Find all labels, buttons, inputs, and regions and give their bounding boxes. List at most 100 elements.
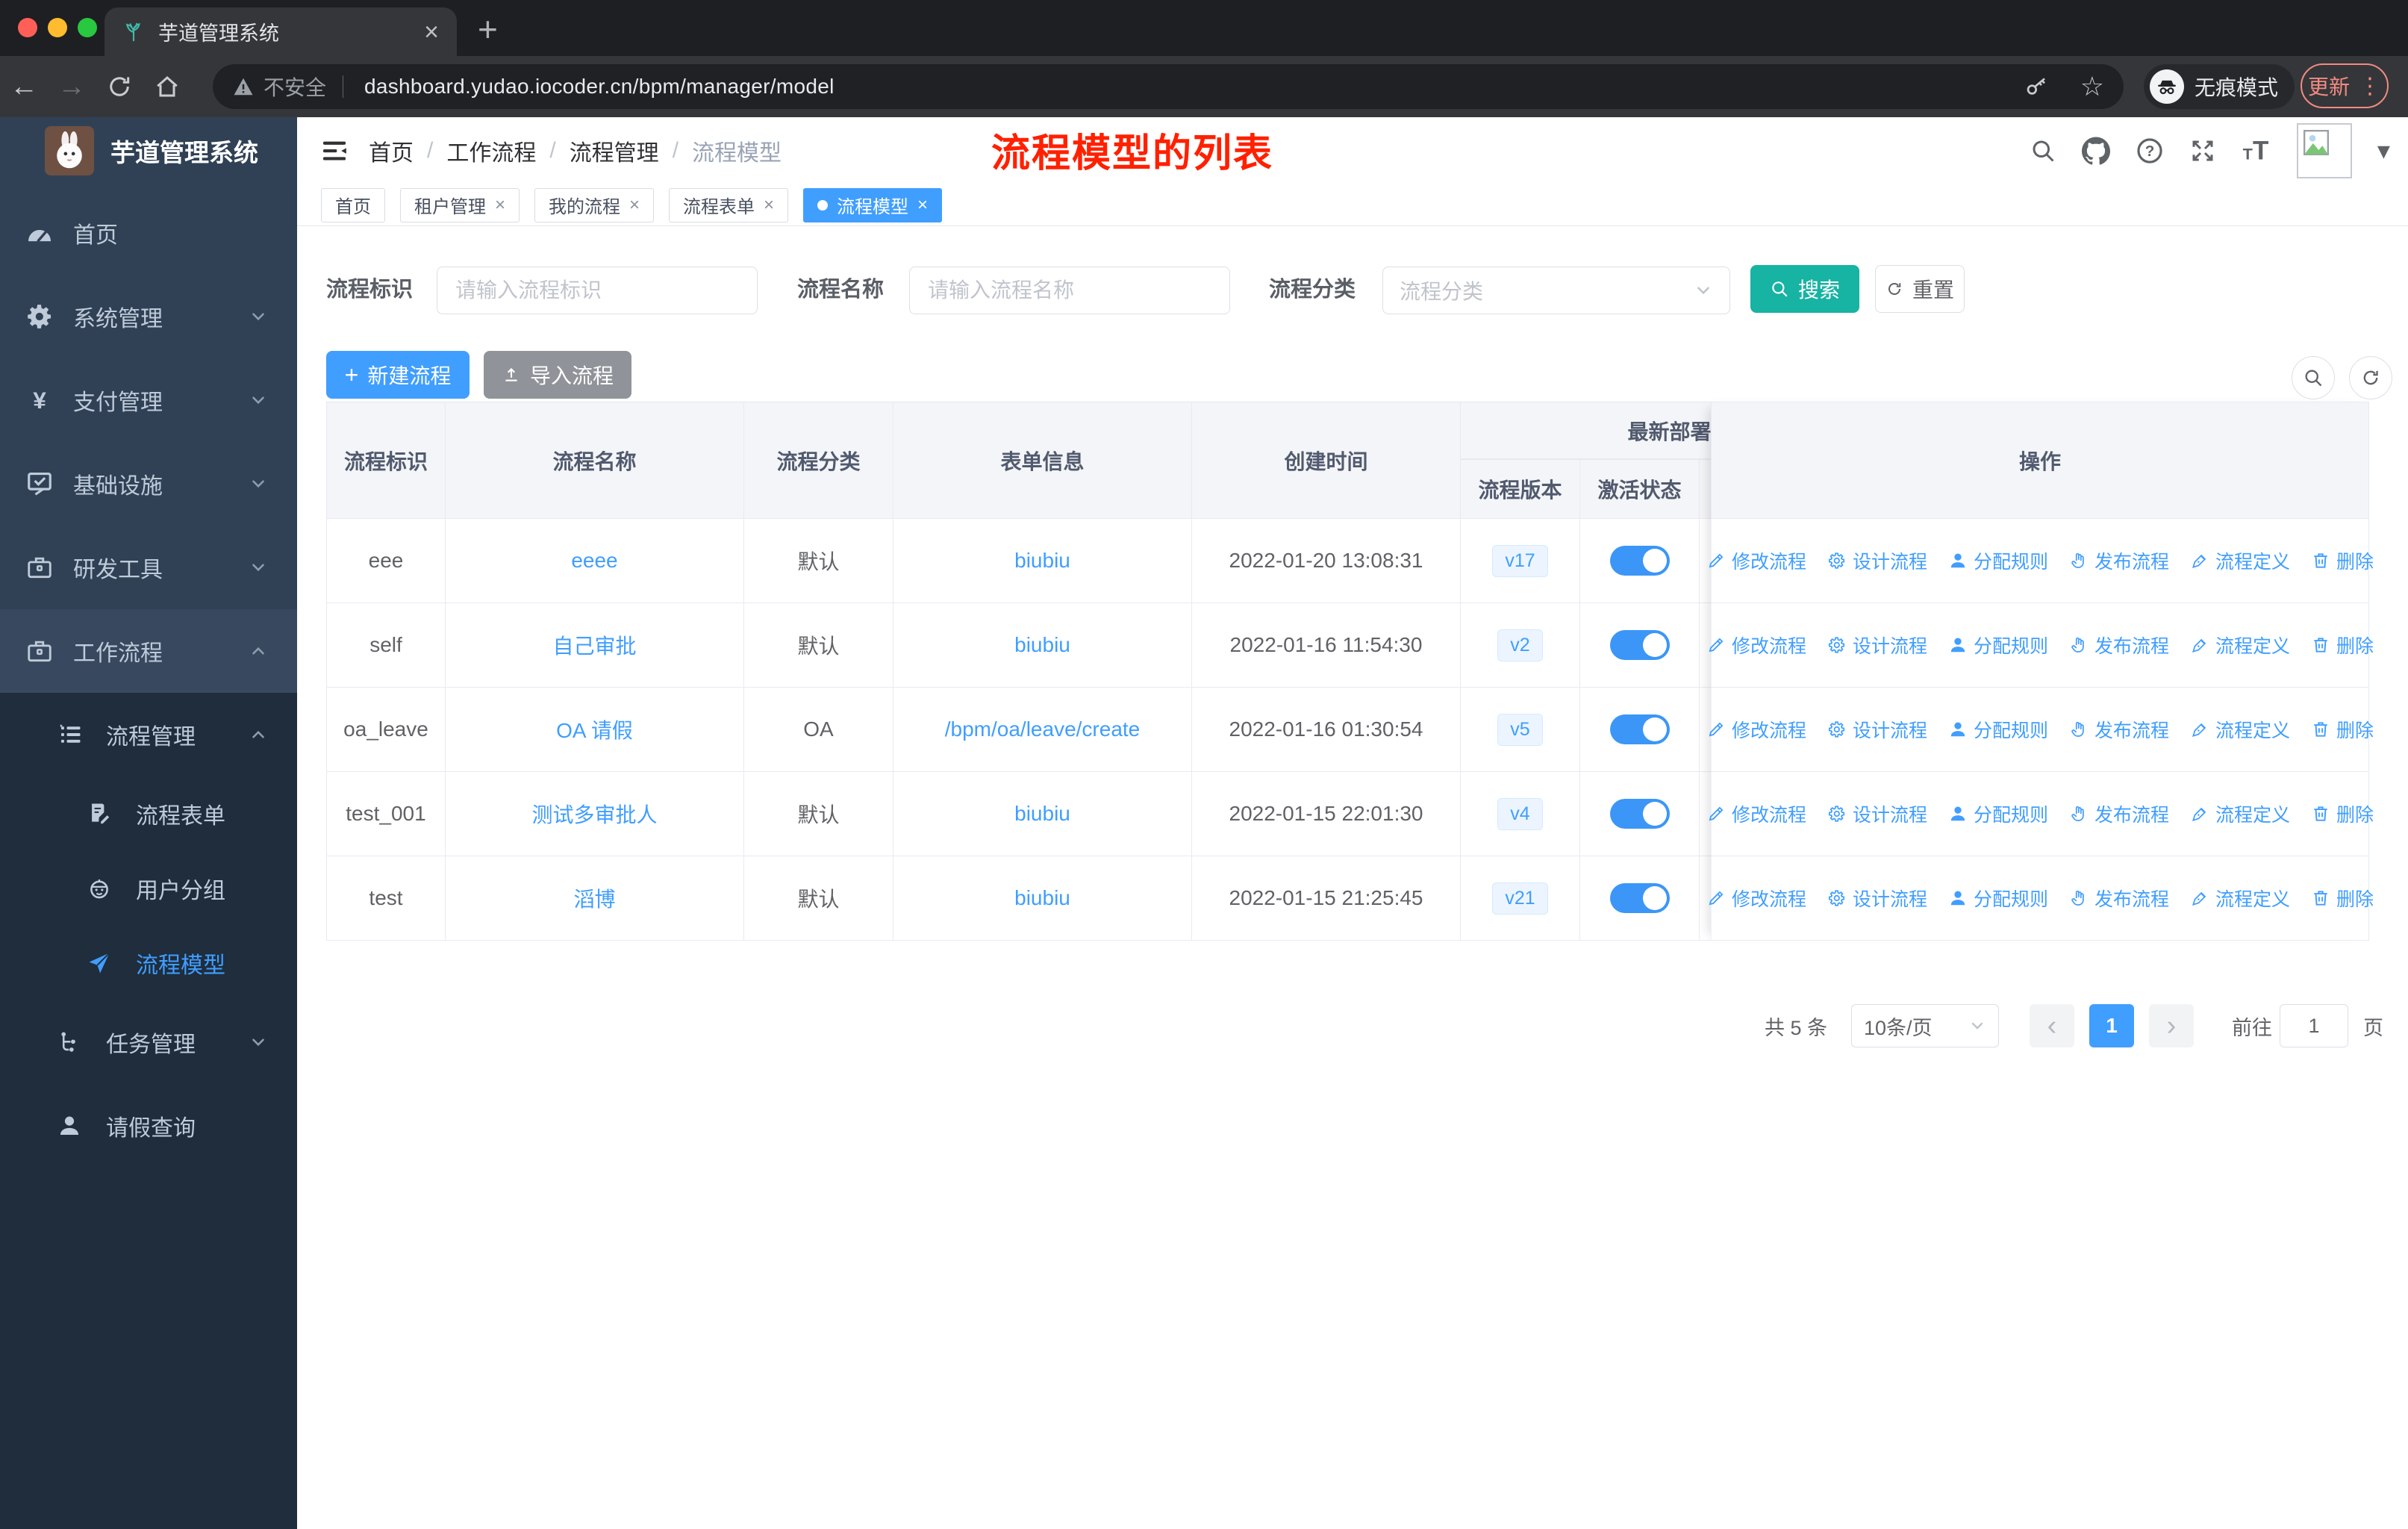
breadcrumb-item[interactable]: 流程管理	[570, 134, 659, 167]
active-toggle[interactable]	[1609, 799, 1670, 829]
browser-update-button[interactable]: 更新 ⋮	[2301, 63, 2389, 108]
process-definition-link[interactable]: 流程定义	[2190, 716, 2290, 743]
edit-process-link[interactable]: 修改流程	[1706, 632, 1806, 658]
process-definition-link[interactable]: 流程定义	[2190, 885, 2290, 912]
back-icon[interactable]: ←	[0, 71, 48, 103]
cell-form-link[interactable]: biubiu	[893, 856, 1192, 941]
cell-form-link[interactable]: biubiu	[893, 519, 1192, 603]
process-category-select[interactable]: 流程分类	[1382, 267, 1730, 314]
app-logo[interactable]: 芋道管理系统	[45, 126, 258, 175]
assign-rule-link[interactable]: 分配规则	[1948, 547, 2048, 574]
macos-close-button[interactable]	[18, 18, 37, 37]
fullscreen-icon[interactable]	[2189, 137, 2216, 164]
avatar-caret-down-icon[interactable]: ▾	[2377, 136, 2390, 166]
sidebar-item-home[interactable]: 首页	[0, 191, 297, 275]
breadcrumb-item[interactable]: 首页	[369, 134, 414, 167]
refresh-table-button[interactable]	[2349, 356, 2392, 399]
avatar[interactable]	[2296, 123, 2352, 178]
page-size-select[interactable]: 10条/页	[1851, 1004, 1999, 1047]
tag-tenant-management[interactable]: 租户管理 ×	[400, 187, 520, 222]
home-icon[interactable]	[143, 73, 191, 100]
process-key-input[interactable]	[437, 267, 758, 314]
sidebar-item-process-model[interactable]: 流程模型	[0, 926, 297, 1000]
assign-rule-link[interactable]: 分配规则	[1948, 716, 2048, 743]
cell-form-link[interactable]: /bpm/oa/leave/create	[893, 688, 1192, 772]
tag-close-icon[interactable]: ×	[495, 195, 505, 216]
tab-close-icon[interactable]: ×	[424, 19, 439, 45]
browser-tab[interactable]: 芋道管理系统 ×	[105, 7, 457, 56]
tag-close-icon[interactable]: ×	[629, 195, 640, 216]
tag-my-process[interactable]: 我的流程 ×	[534, 187, 655, 222]
cell-process-name-link[interactable]: OA 请假	[446, 688, 744, 772]
delete-link[interactable]: 删除	[2311, 547, 2374, 574]
hide-search-button[interactable]	[2292, 356, 2335, 399]
assign-rule-link[interactable]: 分配规则	[1948, 885, 2048, 912]
design-process-link[interactable]: 设计流程	[1827, 632, 1927, 658]
macos-minimize-button[interactable]	[48, 18, 67, 37]
delete-link[interactable]: 删除	[2311, 885, 2374, 912]
create-process-button[interactable]: + 新建流程	[326, 351, 470, 399]
cell-process-name-link[interactable]: eeee	[446, 519, 744, 603]
key-icon[interactable]	[2025, 75, 2049, 99]
process-definition-link[interactable]: 流程定义	[2190, 632, 2290, 658]
font-size-icon[interactable]	[2242, 136, 2271, 166]
active-toggle[interactable]	[1609, 630, 1670, 660]
tag-home[interactable]: 首页	[321, 187, 385, 222]
new-tab-button[interactable]: +	[478, 9, 498, 49]
assign-rule-link[interactable]: 分配规则	[1948, 800, 2048, 827]
process-definition-link[interactable]: 流程定义	[2190, 547, 2290, 574]
search-icon[interactable]	[2030, 137, 2056, 164]
previous-page-button[interactable]: ‹	[2030, 1004, 2074, 1047]
next-page-button[interactable]: ›	[2149, 1004, 2194, 1047]
reset-button[interactable]: 重置	[1875, 265, 1965, 313]
publish-process-link[interactable]: 发布流程	[2069, 632, 2169, 658]
github-icon[interactable]	[2082, 137, 2110, 165]
breadcrumb-item[interactable]: 工作流程	[446, 134, 536, 167]
bookmark-star-icon[interactable]: ☆	[2080, 71, 2104, 102]
design-process-link[interactable]: 设计流程	[1827, 716, 1927, 743]
edit-process-link[interactable]: 修改流程	[1706, 885, 1806, 912]
sidebar-item-infrastructure[interactable]: 基础设施	[0, 442, 297, 526]
tag-close-icon[interactable]: ×	[764, 195, 774, 216]
current-page-button[interactable]: 1	[2089, 1004, 2134, 1047]
publish-process-link[interactable]: 发布流程	[2069, 885, 2169, 912]
import-process-button[interactable]: 导入流程	[484, 351, 631, 399]
publish-process-link[interactable]: 发布流程	[2069, 547, 2169, 574]
sidebar-item-leave-query[interactable]: 请假查询	[0, 1084, 297, 1168]
tag-process-form[interactable]: 流程表单 ×	[669, 187, 789, 222]
sidebar-item-task-management[interactable]: 任务管理	[0, 1000, 297, 1084]
design-process-link[interactable]: 设计流程	[1827, 547, 1927, 574]
macos-zoom-button[interactable]	[78, 18, 97, 37]
sidebar-item-system[interactable]: 系统管理	[0, 275, 297, 358]
help-icon[interactable]	[2136, 137, 2164, 165]
browser-menu-dots-icon[interactable]: ⋮	[2359, 73, 2381, 99]
delete-link[interactable]: 删除	[2311, 800, 2374, 827]
active-toggle[interactable]	[1609, 546, 1670, 576]
cell-form-link[interactable]: biubiu	[893, 603, 1192, 688]
edit-process-link[interactable]: 修改流程	[1706, 800, 1806, 827]
active-toggle[interactable]	[1609, 714, 1670, 744]
cell-process-name-link[interactable]: 自己审批	[446, 603, 744, 688]
active-toggle[interactable]	[1609, 883, 1670, 913]
delete-link[interactable]: 删除	[2311, 632, 2374, 658]
sidebar-item-dev-tools[interactable]: 研发工具	[0, 526, 297, 609]
sidebar-item-payment[interactable]: ¥ 支付管理	[0, 358, 297, 442]
sidebar-item-process-form[interactable]: 流程表单	[0, 776, 297, 851]
delete-link[interactable]: 删除	[2311, 716, 2374, 743]
process-name-input[interactable]	[909, 267, 1230, 314]
publish-process-link[interactable]: 发布流程	[2069, 716, 2169, 743]
cell-process-name-link[interactable]: 测试多审批人	[446, 772, 744, 856]
publish-process-link[interactable]: 发布流程	[2069, 800, 2169, 827]
sidebar-item-user-group[interactable]: 用户分组	[0, 851, 297, 926]
forward-icon[interactable]: →	[48, 71, 96, 103]
url-bar[interactable]: 不安全 dashboard.yudao.iocoder.cn/bpm/manag…	[213, 64, 2124, 109]
edit-process-link[interactable]: 修改流程	[1706, 716, 1806, 743]
cell-process-name-link[interactable]: 滔博	[446, 856, 744, 941]
process-definition-link[interactable]: 流程定义	[2190, 800, 2290, 827]
tag-close-icon[interactable]: ×	[917, 195, 928, 216]
design-process-link[interactable]: 设计流程	[1827, 885, 1927, 912]
goto-page-input[interactable]	[2280, 1004, 2348, 1047]
tag-process-model-active[interactable]: 流程模型 ×	[803, 187, 943, 222]
assign-rule-link[interactable]: 分配规则	[1948, 632, 2048, 658]
reload-icon[interactable]	[96, 73, 143, 100]
